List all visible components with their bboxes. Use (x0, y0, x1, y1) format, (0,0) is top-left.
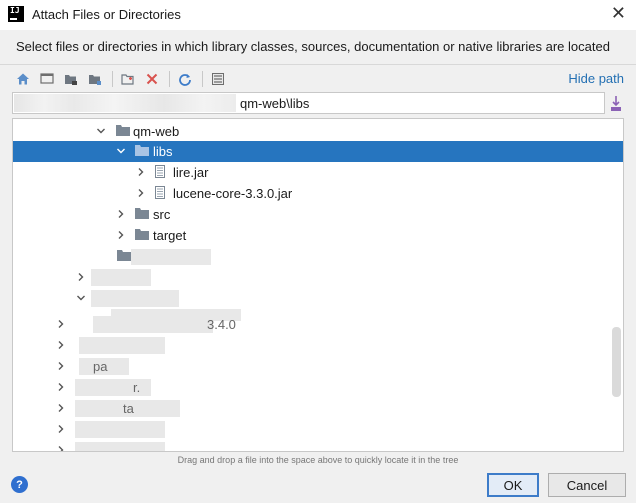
chevron-down-icon[interactable] (77, 294, 85, 302)
redacted-label (91, 269, 151, 286)
home-icon[interactable] (12, 69, 34, 89)
help-icon[interactable]: ? (11, 476, 28, 493)
intellij-logo-icon: IJ (8, 6, 24, 22)
tree-row[interactable]: target (13, 225, 623, 246)
chevron-right-icon[interactable] (57, 320, 65, 328)
redacted-path-prefix (14, 94, 236, 112)
path-input[interactable]: qm-web\libs (12, 92, 605, 114)
drag-drop-hint: Drag and drop a file into the space abov… (177, 455, 459, 465)
tree-row-redacted[interactable] (13, 440, 623, 452)
chevron-right-icon[interactable] (57, 341, 65, 349)
tree-row-redacted[interactable] (13, 288, 623, 309)
toolbar-separator (202, 71, 203, 87)
show-hidden-icon[interactable] (207, 69, 229, 89)
tree-row-redacted[interactable] (13, 246, 623, 267)
tree-item-label: ta (123, 401, 134, 416)
tree-row-redacted[interactable]: ta (13, 398, 623, 419)
tree-row-redacted[interactable]: r. (13, 377, 623, 398)
redacted-label (79, 337, 165, 354)
tree-item-label: r. (133, 380, 141, 395)
tree-item-label: libs (153, 144, 173, 159)
redacted-label (75, 442, 165, 451)
chevron-right-icon[interactable] (137, 189, 145, 197)
redacted-label (91, 290, 179, 307)
tree-item-label: target (153, 228, 187, 243)
download-icon[interactable] (609, 93, 623, 113)
tree-item-label: lucene-core-3.3.0.jar (173, 186, 293, 201)
tree-row-selected[interactable]: libs (13, 141, 623, 162)
chevron-right-icon[interactable] (117, 210, 125, 218)
chevron-down-icon[interactable] (117, 147, 125, 155)
file-tree[interactable]: qm-web libs lire.jar lucene-core-3.3.0.j… (12, 118, 624, 452)
dialog-description: Select files or directories in which lib… (16, 39, 610, 54)
toolbar (12, 68, 231, 90)
hide-path-link[interactable]: Hide path (568, 71, 624, 86)
tree-row[interactable]: lucene-core-3.3.0.jar (13, 183, 623, 204)
desktop-icon[interactable] (36, 69, 58, 89)
folder-icon (135, 208, 149, 219)
divider (0, 64, 636, 65)
tree-item-label: qm-web (133, 124, 180, 139)
folder-icon (117, 250, 131, 261)
module-icon[interactable] (84, 69, 106, 89)
delete-icon[interactable] (141, 69, 163, 89)
folder-icon (135, 229, 149, 240)
tree-item-label: pa (93, 359, 108, 374)
tree-row-redacted[interactable] (13, 419, 623, 440)
refresh-icon[interactable] (174, 69, 196, 89)
redacted-label (93, 316, 213, 333)
folder-icon (135, 145, 149, 156)
chevron-right-icon[interactable] (117, 231, 125, 239)
new-folder-icon[interactable] (117, 69, 139, 89)
toolbar-separator (169, 71, 170, 87)
tree-item-label: src (153, 207, 171, 222)
tree-row-redacted[interactable] (13, 335, 623, 356)
chevron-right-icon[interactable] (57, 425, 65, 433)
jar-file-icon (155, 165, 165, 178)
vertical-scrollbar[interactable] (612, 327, 621, 397)
project-icon[interactable] (60, 69, 82, 89)
tree-item-label: lire.jar (173, 165, 209, 180)
chevron-right-icon[interactable] (57, 446, 65, 452)
tree-row[interactable]: src (13, 204, 623, 225)
chevron-right-icon[interactable] (57, 362, 65, 370)
chevron-right-icon[interactable] (57, 404, 65, 412)
chevron-right-icon[interactable] (77, 273, 85, 281)
chevron-right-icon[interactable] (137, 168, 145, 176)
ok-button[interactable]: OK (487, 473, 539, 497)
path-input-value: qm-web\libs (240, 96, 310, 111)
redacted-label (75, 421, 165, 438)
chevron-right-icon[interactable] (57, 383, 65, 391)
tree-item-label: 3.4.0 (207, 317, 236, 332)
cancel-button[interactable]: Cancel (548, 473, 626, 497)
folder-icon (116, 125, 130, 136)
title-bar: IJ Attach Files or Directories ✕ (0, 0, 636, 30)
chevron-down-icon[interactable] (97, 127, 105, 135)
tree-row[interactable]: qm-web (13, 121, 623, 142)
toolbar-separator (112, 71, 113, 87)
tree-row-redacted[interactable]: pa (13, 356, 623, 377)
tree-row-redacted[interactable] (13, 267, 623, 288)
jar-file-icon (155, 186, 165, 199)
window-title: Attach Files or Directories (32, 7, 181, 22)
tree-row[interactable]: lire.jar (13, 162, 623, 183)
tree-row-redacted[interactable]: 3.4.0 (13, 314, 623, 335)
close-icon[interactable]: ✕ (611, 3, 626, 24)
redacted-label (131, 249, 211, 265)
